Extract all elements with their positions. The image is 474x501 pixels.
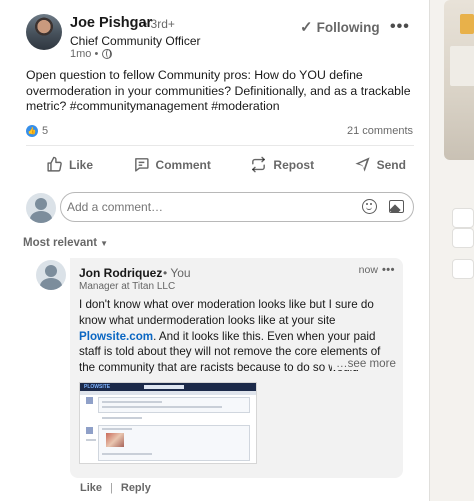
thumbnail-avatar (86, 427, 93, 434)
thumbnail-line (102, 428, 132, 430)
like-button[interactable]: Like (46, 156, 93, 173)
send-icon (355, 157, 370, 172)
author-avatar[interactable] (26, 14, 62, 50)
comment-actions: Like | Reply (80, 482, 151, 494)
commenter-name[interactable]: Jon Rodriquez (79, 266, 162, 280)
comment-reply-button[interactable]: Reply (121, 482, 151, 494)
following-button[interactable]: ✓ Following (300, 18, 380, 36)
thumbnail-line (102, 406, 222, 408)
post-timestamp: 1mo • (70, 48, 113, 60)
comment-button[interactable]: Comment (133, 156, 211, 173)
post-time-text: 1mo • (70, 48, 99, 60)
comment-text-start: I don't know what over moderation looks … (79, 298, 374, 327)
author-name[interactable]: Joe Pishgar (70, 15, 152, 31)
sidebar-chip[interactable] (452, 259, 474, 279)
more-icon[interactable]: ••• (390, 18, 410, 36)
thumbnail-post-box (98, 397, 250, 413)
repost-icon (252, 156, 266, 173)
current-user-avatar (26, 193, 56, 223)
comment-bubble: Jon Rodriquez • You Manager at Titan LLC… (70, 258, 403, 478)
thumbnail-line (86, 439, 96, 441)
see-more-link[interactable]: …see more (332, 357, 396, 370)
comment-time: now (358, 264, 378, 276)
commenter-you-badge: • You (163, 266, 191, 280)
social-actions-bar: Like Comment Repost Send (46, 156, 406, 173)
sort-label: Most relevant (23, 237, 98, 249)
separator: | (110, 482, 113, 494)
connection-degree: • 3rd+ (143, 17, 175, 31)
thumbnail-line (102, 453, 152, 455)
reaction-count: 5 (42, 125, 49, 137)
thumbnail-avatar (86, 397, 93, 404)
comments-count[interactable]: 21 comments (347, 125, 413, 137)
caret-down-icon: ▼ (100, 238, 109, 248)
commenter-avatar[interactable] (36, 260, 66, 290)
thumbnail-photo (106, 433, 124, 447)
comment-meta: now ••• (359, 264, 395, 276)
comment-image-thumbnail[interactable]: PLOWSITE (79, 382, 257, 464)
author-title: Chief Community Officer (70, 34, 201, 48)
thumbnail-line (102, 417, 142, 419)
thumbnail-logo: PLOWSITE (84, 384, 111, 390)
post-card: Joe Pishgar • 3rd+ Chief Community Offic… (0, 0, 430, 501)
emoji-icon[interactable] (362, 199, 377, 214)
comment-more-icon[interactable]: ••• (382, 264, 395, 276)
sidebar-image-detail (450, 46, 474, 86)
divider (26, 145, 414, 146)
commenter-headline: Manager at Titan LLC (79, 281, 176, 292)
image-icon[interactable] (389, 200, 404, 213)
thumbnail-subbar (80, 391, 256, 395)
like-label: Like (69, 157, 94, 172)
sidebar-chip[interactable] (452, 208, 474, 228)
send-label: Send (376, 157, 406, 172)
comment-icon (134, 158, 149, 172)
repost-label: Repost (273, 157, 315, 172)
comment-like-button[interactable]: Like (80, 482, 102, 494)
repost-button[interactable]: Repost (250, 156, 314, 173)
comment-input-box[interactable] (60, 192, 414, 222)
following-label: Following (316, 19, 380, 35)
plowsite-link[interactable]: Plowsite.com (79, 330, 153, 343)
sidebar-card[interactable] (444, 0, 474, 160)
send-button[interactable]: Send (354, 156, 406, 173)
like-icon (47, 156, 62, 172)
check-icon: ✓ (300, 19, 313, 36)
thumbnail-search (144, 385, 184, 389)
sidebar-image-detail (460, 14, 474, 34)
thumbnail-line (102, 401, 162, 403)
post-text: Open question to fellow Community pros: … (26, 68, 411, 113)
comment-input[interactable] (67, 200, 347, 214)
sidebar-chip[interactable] (452, 228, 474, 248)
globe-icon (102, 49, 113, 59)
reactions-summary[interactable]: 👍 5 (26, 125, 48, 137)
like-reaction-icon: 👍 (26, 125, 38, 137)
sort-dropdown[interactable]: Most relevant ▼ (23, 237, 108, 249)
comment-label: Comment (155, 157, 211, 172)
